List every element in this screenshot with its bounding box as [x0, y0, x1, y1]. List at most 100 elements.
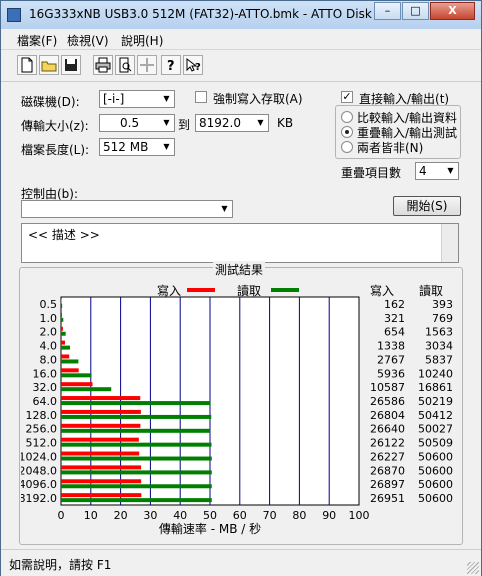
toolbar: ? ?: [1, 51, 481, 82]
menu-view[interactable]: 檢視(V): [67, 32, 109, 49]
description-box[interactable]: << 描述 >>: [21, 223, 459, 263]
x-tick-label: 90: [322, 509, 336, 522]
menu-bar: 檔案(F) 檢視(V) 說明(H): [1, 29, 481, 50]
write-bar: [61, 396, 141, 401]
write-value-label: 321: [384, 312, 405, 325]
context-help-icon[interactable]: ?: [183, 55, 203, 75]
menu-help[interactable]: 說明(H): [121, 32, 163, 49]
y-tick-label: 2.0: [40, 326, 58, 339]
radio-neither[interactable]: [341, 141, 353, 153]
chevron-down-icon: ▼: [159, 139, 174, 155]
read-bar: [61, 428, 211, 433]
x-tick-label: 50: [203, 509, 217, 522]
chevron-down-icon: ▼: [443, 163, 458, 179]
drive-value: [-i-]: [103, 92, 125, 106]
queue-select[interactable]: 4 ▼: [415, 162, 459, 180]
read-bar: [61, 442, 212, 447]
read-bar: [61, 484, 212, 489]
write-value-label: 26122: [370, 437, 405, 450]
queue-label: 重疊項目數: [341, 166, 402, 180]
read-bar: [61, 373, 92, 378]
read-value-label: 50219: [418, 395, 453, 408]
queue-value: 4: [419, 164, 427, 178]
svg-text:?: ?: [195, 62, 201, 73]
minimize-button[interactable]: –: [374, 2, 401, 20]
open-icon[interactable]: [39, 55, 59, 75]
maximize-button[interactable]: □: [402, 2, 429, 20]
write-value-label: 26897: [370, 478, 405, 491]
write-bar: [61, 423, 141, 428]
read-value-label: 50412: [418, 409, 453, 422]
write-bar: [61, 479, 142, 484]
read-value-label: 3034: [425, 340, 453, 353]
x-axis-label: 傳輸速率 - MB / 秒: [159, 521, 261, 536]
force-write-checkbox[interactable]: [195, 91, 207, 103]
transfer-size-label: 傳輸大小(z):: [21, 119, 89, 133]
close-button[interactable]: X: [430, 2, 475, 20]
legend-read-swatch: [271, 288, 299, 292]
write-value-label: 26586: [370, 395, 405, 408]
transfer-from-select[interactable]: 0.5 ▼: [99, 114, 175, 132]
app-icon: [7, 8, 21, 22]
read-value-label: 50600: [418, 450, 453, 463]
controlled-by-select[interactable]: ▼: [21, 200, 233, 218]
y-tick-label: 128.0: [26, 409, 58, 422]
resize-grip-icon[interactable]: [467, 562, 479, 574]
drive-select[interactable]: [-i-] ▼: [99, 90, 175, 108]
description-scrollbar[interactable]: [441, 224, 458, 262]
transfer-to-select[interactable]: 8192.0 ▼: [195, 114, 269, 132]
x-tick-label: 40: [173, 509, 187, 522]
read-bar: [61, 387, 112, 392]
legend-write-swatch: [187, 288, 215, 292]
y-tick-label: 32.0: [33, 381, 58, 394]
x-tick-label: 20: [114, 509, 128, 522]
read-value-label: 1563: [425, 326, 453, 339]
move-icon[interactable]: [137, 55, 157, 75]
radio-neither-label: 兩者皆非(N): [357, 141, 424, 155]
read-bar: [61, 331, 66, 336]
read-value-label: 50027: [418, 423, 453, 436]
write-value-label: 162: [384, 298, 405, 311]
status-bar: 如需說明，請按 F1: [1, 549, 481, 576]
y-tick-label: 8.0: [40, 353, 58, 366]
new-icon[interactable]: [17, 55, 37, 75]
save-icon[interactable]: [61, 55, 81, 75]
file-length-label: 檔案長度(L):: [21, 143, 90, 157]
write-bar: [61, 493, 142, 498]
print-preview-icon[interactable]: [115, 55, 135, 75]
menu-file[interactable]: 檔案(F): [17, 32, 57, 49]
read-value-label: 393: [432, 298, 453, 311]
write-bar: [61, 368, 79, 373]
x-tick-label: 60: [233, 509, 247, 522]
y-tick-label: 256.0: [26, 423, 58, 436]
read-value-label: 50600: [418, 492, 453, 505]
write-bar: [61, 409, 141, 414]
title-bar[interactable]: 16G333xNB USB3.0 512M (FAT32)-ATTO.bmk -…: [1, 1, 481, 30]
x-tick-label: 0: [58, 509, 65, 522]
app-window: 16G333xNB USB3.0 512M (FAT32)-ATTO.bmk -…: [0, 0, 482, 576]
window-title: 16G333xNB USB3.0 512M (FAT32)-ATTO.bmk -…: [29, 7, 388, 21]
help-icon[interactable]: ?: [161, 55, 181, 75]
write-value-label: 26951: [370, 492, 405, 505]
x-tick-label: 70: [263, 509, 277, 522]
y-tick-label: 1.0: [40, 312, 58, 325]
y-tick-label: 1024.0: [21, 450, 57, 463]
radio-compare[interactable]: [341, 111, 353, 123]
write-value-label: 5936: [377, 367, 405, 380]
start-button[interactable]: 開始(S): [393, 196, 461, 216]
y-tick-label: 4096.0: [21, 478, 57, 491]
direct-io-checkbox[interactable]: ✓: [341, 91, 353, 103]
benchmark-chart: 0 10 20 30 40 50 60 70 80 90 100 傳輸速率 - MB / 秒 0.5 16…: [21, 296, 453, 536]
file-length-select[interactable]: 512 MB ▼: [99, 138, 175, 156]
write-bar: [61, 354, 70, 359]
y-tick-label: 4.0: [40, 340, 58, 353]
y-tick-label: 512.0: [26, 437, 58, 450]
write-value-label: 26870: [370, 464, 405, 477]
print-icon[interactable]: [93, 55, 113, 75]
radio-overlap[interactable]: [341, 126, 353, 138]
chevron-down-icon: ▼: [159, 115, 174, 131]
force-write-label: 強制寫入存取(A): [213, 92, 303, 106]
read-value-label: 50509: [418, 437, 453, 450]
results-title: 測試結果: [213, 261, 266, 278]
write-value-label: 26804: [370, 409, 405, 422]
